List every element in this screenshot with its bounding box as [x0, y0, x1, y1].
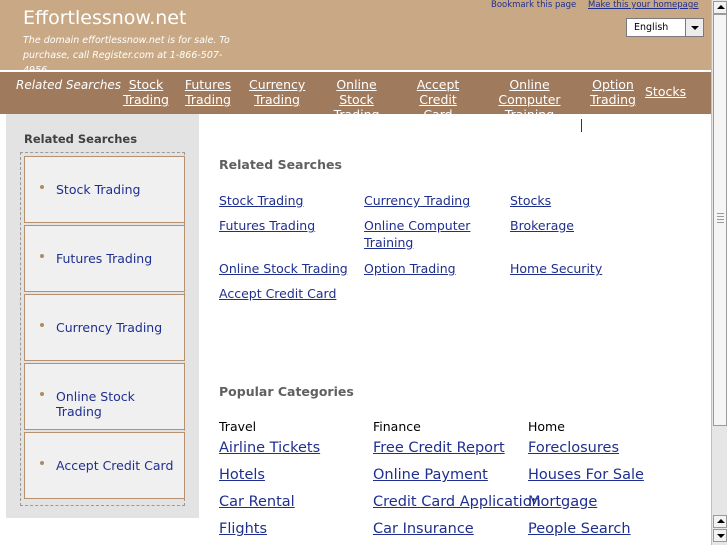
language-select[interactable]: English: [626, 18, 704, 37]
chevron-down-icon[interactable]: [685, 19, 703, 36]
category-link-flights[interactable]: Flights: [219, 521, 267, 537]
related-link-home-security[interactable]: Home Security: [510, 260, 602, 277]
bullet-icon: [40, 392, 44, 396]
sidebar-item-label: Online Stock Trading: [56, 389, 135, 419]
scroll-down-icon[interactable]: [713, 529, 727, 542]
sidebar-item-label: Stock Trading: [56, 182, 141, 197]
related-link-currency-trading[interactable]: Currency Trading: [364, 192, 470, 209]
sidebar-item-currency-trading[interactable]: Currency Trading: [24, 294, 185, 361]
nav-link-stocks[interactable]: Stocks: [645, 84, 686, 99]
vertical-scrollbar[interactable]: [711, 0, 727, 545]
category-link-mortgage[interactable]: Mortgage: [528, 494, 597, 510]
nav-link-stock-trading[interactable]: Stock Trading: [123, 77, 169, 107]
navbar-label: Related Searches: [16, 78, 122, 92]
sidebar-title: Related Searches: [24, 132, 138, 146]
related-link-online-computer-training[interactable]: Online Computer Training: [364, 217, 474, 251]
popular-categories-heading: Popular Categories: [219, 384, 354, 399]
bullet-icon: [40, 254, 44, 258]
category-link-car-rental[interactable]: Car Rental: [219, 494, 295, 510]
language-value: English: [634, 22, 669, 33]
site-title: Effortlessnow.net: [23, 7, 187, 29]
sidebar-item-accept-credit-card[interactable]: Accept Credit Card: [24, 432, 185, 499]
category-heading-home: Home: [528, 419, 565, 434]
scroll-up-icon[interactable]: [713, 515, 727, 528]
scroll-thumb[interactable]: [713, 14, 727, 426]
category-link-car-insurance[interactable]: Car Insurance: [373, 521, 474, 537]
category-heading-finance: Finance: [373, 419, 421, 434]
nav-link-online-stock-trading[interactable]: Online Stock Trading: [318, 77, 395, 122]
grip-line: [717, 213, 724, 214]
nav-link-accept-credit-card[interactable]: Accept Credit Card: [403, 77, 473, 122]
related-link-stocks[interactable]: Stocks: [510, 192, 551, 209]
homepage-link[interactable]: Make this your homepage: [588, 0, 698, 10]
related-link-online-stock-trading[interactable]: Online Stock Trading: [219, 260, 348, 277]
category-link-free-credit-report[interactable]: Free Credit Report: [373, 440, 505, 456]
related-link-stock-trading[interactable]: Stock Trading: [219, 192, 303, 209]
related-searches-heading: Related Searches: [219, 157, 342, 172]
sidebar-item-futures-trading[interactable]: Futures Trading: [24, 225, 185, 292]
scroll-up-icon[interactable]: [713, 1, 727, 14]
grip-line: [717, 216, 724, 217]
bullet-icon: [40, 185, 44, 189]
related-searches-navbar: Related Searches Stock Trading Futures T…: [0, 72, 711, 122]
related-link-option-trading[interactable]: Option Trading: [364, 260, 456, 277]
bullet-icon: [40, 323, 44, 327]
category-link-credit-card-application[interactable]: Credit Card Application: [373, 494, 541, 510]
category-link-foreclosures[interactable]: Foreclosures: [528, 440, 619, 456]
related-link-accept-credit-card[interactable]: Accept Credit Card: [219, 285, 336, 302]
related-link-brokerage[interactable]: Brokerage: [510, 217, 574, 234]
category-link-hotels[interactable]: Hotels: [219, 467, 265, 483]
sidebar-item-label: Currency Trading: [56, 320, 163, 335]
grip-line: [717, 219, 724, 220]
category-link-people-search[interactable]: People Search: [528, 521, 631, 537]
nav-link-currency-trading[interactable]: Currency Trading: [249, 77, 305, 107]
sidebar-item-online-stock-trading[interactable]: Online Stock Trading: [24, 363, 185, 430]
sidebar-item-label: Futures Trading: [56, 251, 153, 266]
bullet-icon: [40, 461, 44, 465]
divider: [581, 119, 582, 132]
category-link-online-payment[interactable]: Online Payment: [373, 467, 488, 483]
nav-link-futures-trading[interactable]: Futures Trading: [184, 77, 232, 107]
sidebar-item-stock-trading[interactable]: Stock Trading: [24, 156, 185, 223]
nav-link-online-computer-training[interactable]: Online Computer Training: [479, 77, 580, 122]
category-link-houses-for-sale[interactable]: Houses For Sale: [528, 467, 644, 483]
category-heading-travel: Travel: [219, 419, 257, 434]
nav-link-option-trading[interactable]: Option Trading: [589, 77, 637, 107]
site-header: Effortlessnow.net The domain effortlessn…: [0, 0, 711, 76]
sidebar-item-label: Accept Credit Card: [56, 458, 174, 473]
related-link-futures-trading[interactable]: Futures Trading: [219, 217, 315, 234]
bookmark-link[interactable]: Bookmark this page: [491, 0, 576, 10]
grip-line: [717, 222, 724, 223]
category-link-airline-tickets[interactable]: Airline Tickets: [219, 440, 320, 456]
